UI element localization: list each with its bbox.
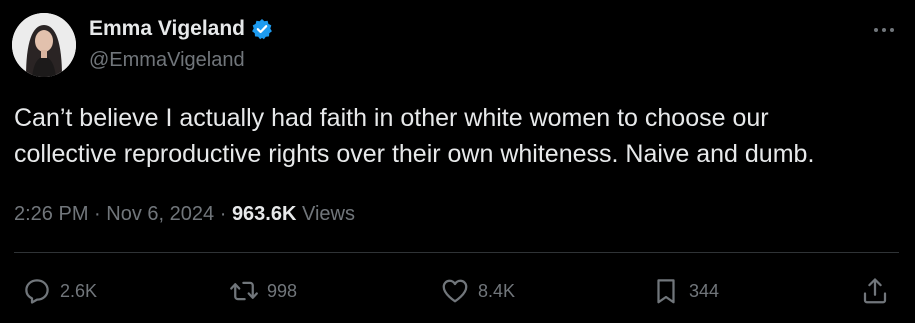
verified-badge-icon[interactable] [251,18,273,40]
author-name-row: Emma Vigeland [89,16,273,42]
author-handle[interactable]: @EmmaVigeland [89,48,245,72]
heart-icon [440,276,470,306]
share-icon [860,276,890,306]
meta-separator: · [94,203,101,225]
bookmark-count: 344 [689,281,720,301]
author-display-name[interactable]: Emma Vigeland [89,16,245,42]
repost-count: 998 [267,281,298,301]
tweet-date[interactable]: Nov 6, 2024 [106,203,214,225]
tweet-meta: 2:26 PM · Nov 6, 2024 · 963.6K Views [14,202,355,226]
tweet-text-line: collective reproductive rights over thei… [14,140,815,168]
repost-icon [229,276,259,306]
views-label: Views [302,203,355,225]
tweet-text: Can’t believe I actually had faith in ot… [14,100,904,172]
avatar[interactable] [12,13,76,77]
more-horizontal-icon[interactable] [868,18,900,42]
reply-count: 2.6K [60,281,98,301]
tweet-time[interactable]: 2:26 PM [14,203,88,225]
meta-separator: · [219,203,227,225]
tweet: Emma Vigeland @EmmaVigeland Can’t believ… [0,0,915,323]
bookmark-icon [651,276,681,306]
like-button[interactable]: 8.4K [440,276,515,306]
repost-button[interactable]: 998 [229,276,297,306]
tweet-text-line: Can’t believe I actually had faith in ot… [14,104,769,132]
divider [14,252,899,253]
reply-icon [22,276,52,306]
like-count: 8.4K [478,281,516,301]
views-count[interactable]: 963.6K [232,203,297,225]
reply-button[interactable]: 2.6K [22,276,97,306]
bookmark-button[interactable]: 344 [651,276,719,306]
share-button[interactable] [860,276,890,306]
